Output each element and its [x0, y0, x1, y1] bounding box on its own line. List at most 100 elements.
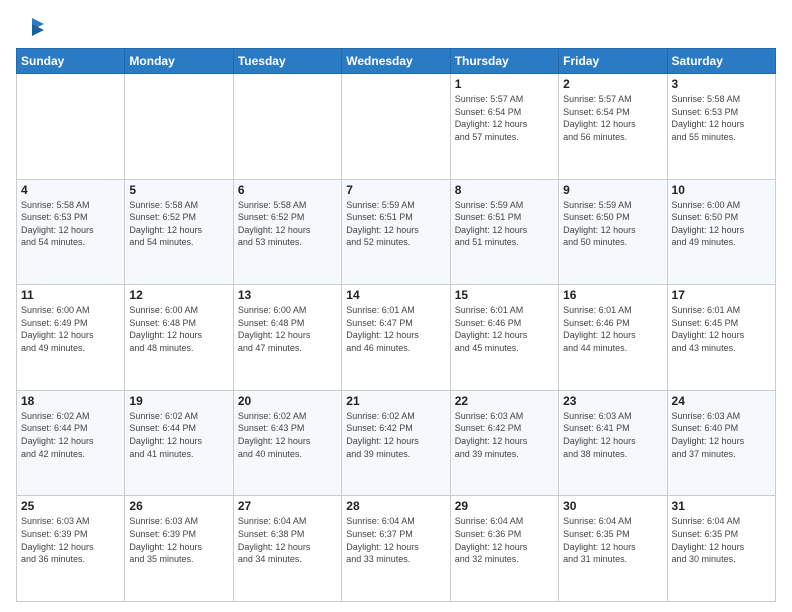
- day-number: 31: [672, 499, 771, 513]
- day-info: Sunrise: 6:02 AM Sunset: 6:44 PM Dayligh…: [21, 410, 120, 460]
- day-number: 11: [21, 288, 120, 302]
- calendar-cell: 21 Sunrise: 6:02 AM Sunset: 6:42 PM Dayli…: [342, 390, 450, 496]
- day-info: Sunrise: 6:01 AM Sunset: 6:45 PM Dayligh…: [672, 304, 771, 354]
- calendar-cell: 19 Sunrise: 6:02 AM Sunset: 6:44 PM Dayli…: [125, 390, 233, 496]
- calendar-cell: 18Sunrise: 6:02 AM Sunset: 6:44 PM Dayli…: [17, 390, 125, 496]
- calendar-week-row: 18Sunrise: 6:02 AM Sunset: 6:44 PM Dayli…: [17, 390, 776, 496]
- calendar-cell: 30 Sunrise: 6:04 AM Sunset: 6:35 PM Dayli…: [559, 496, 667, 602]
- calendar-cell: [233, 74, 341, 180]
- calendar-table: SundayMondayTuesdayWednesdayThursdayFrid…: [16, 48, 776, 602]
- day-info: Sunrise: 5:59 AM Sunset: 6:51 PM Dayligh…: [455, 199, 554, 249]
- calendar-cell: 31Sunrise: 6:04 AM Sunset: 6:35 PM Dayli…: [667, 496, 775, 602]
- calendar-cell: 2 Sunrise: 5:57 AM Sunset: 6:54 PM Daylig…: [559, 74, 667, 180]
- day-info: Sunrise: 6:04 AM Sunset: 6:36 PM Dayligh…: [455, 515, 554, 565]
- day-number: 2: [563, 77, 662, 91]
- day-info: Sunrise: 6:02 AM Sunset: 6:43 PM Dayligh…: [238, 410, 337, 460]
- day-info: Sunrise: 5:58 AM Sunset: 6:53 PM Dayligh…: [21, 199, 120, 249]
- calendar-cell: 5 Sunrise: 5:58 AM Sunset: 6:52 PM Daylig…: [125, 179, 233, 285]
- calendar-cell: 8 Sunrise: 5:59 AM Sunset: 6:51 PM Daylig…: [450, 179, 558, 285]
- day-info: Sunrise: 6:01 AM Sunset: 6:47 PM Dayligh…: [346, 304, 445, 354]
- day-number: 7: [346, 183, 445, 197]
- calendar-cell: [342, 74, 450, 180]
- calendar-cell: [17, 74, 125, 180]
- day-number: 4: [21, 183, 120, 197]
- calendar-cell: 10 Sunrise: 6:00 AM Sunset: 6:50 PM Dayli…: [667, 179, 775, 285]
- header: [16, 16, 776, 40]
- day-info: Sunrise: 6:03 AM Sunset: 6:40 PM Dayligh…: [672, 410, 771, 460]
- day-header-monday: Monday: [125, 49, 233, 74]
- day-number: 20: [238, 394, 337, 408]
- calendar-cell: 4 Sunrise: 5:58 AM Sunset: 6:53 PM Daylig…: [17, 179, 125, 285]
- logo-text-block: [16, 16, 46, 40]
- day-info: Sunrise: 5:57 AM Sunset: 6:54 PM Dayligh…: [563, 93, 662, 143]
- day-info: Sunrise: 6:02 AM Sunset: 6:42 PM Dayligh…: [346, 410, 445, 460]
- calendar-cell: 29 Sunrise: 6:04 AM Sunset: 6:36 PM Dayli…: [450, 496, 558, 602]
- calendar-week-row: 25 Sunrise: 6:03 AM Sunset: 6:39 PM Dayli…: [17, 496, 776, 602]
- calendar-cell: 17 Sunrise: 6:01 AM Sunset: 6:45 PM Dayli…: [667, 285, 775, 391]
- day-info: Sunrise: 6:04 AM Sunset: 6:38 PM Dayligh…: [238, 515, 337, 565]
- day-header-wednesday: Wednesday: [342, 49, 450, 74]
- calendar-cell: 7 Sunrise: 5:59 AM Sunset: 6:51 PM Daylig…: [342, 179, 450, 285]
- calendar-week-row: 1 Sunrise: 5:57 AM Sunset: 6:54 PM Daylig…: [17, 74, 776, 180]
- day-info: Sunrise: 6:02 AM Sunset: 6:44 PM Dayligh…: [129, 410, 228, 460]
- day-info: Sunrise: 6:00 AM Sunset: 6:48 PM Dayligh…: [238, 304, 337, 354]
- day-info: Sunrise: 6:01 AM Sunset: 6:46 PM Dayligh…: [563, 304, 662, 354]
- calendar-cell: 6 Sunrise: 5:58 AM Sunset: 6:52 PM Daylig…: [233, 179, 341, 285]
- calendar-cell: 22 Sunrise: 6:03 AM Sunset: 6:42 PM Dayli…: [450, 390, 558, 496]
- day-info: Sunrise: 6:04 AM Sunset: 6:35 PM Dayligh…: [563, 515, 662, 565]
- day-number: 5: [129, 183, 228, 197]
- day-number: 30: [563, 499, 662, 513]
- day-info: Sunrise: 5:58 AM Sunset: 6:53 PM Dayligh…: [672, 93, 771, 143]
- day-number: 22: [455, 394, 554, 408]
- calendar-week-row: 11Sunrise: 6:00 AM Sunset: 6:49 PM Dayli…: [17, 285, 776, 391]
- day-number: 1: [455, 77, 554, 91]
- day-number: 6: [238, 183, 337, 197]
- day-number: 28: [346, 499, 445, 513]
- calendar-cell: 15Sunrise: 6:01 AM Sunset: 6:46 PM Dayli…: [450, 285, 558, 391]
- day-number: 12: [129, 288, 228, 302]
- day-number: 17: [672, 288, 771, 302]
- day-info: Sunrise: 6:03 AM Sunset: 6:39 PM Dayligh…: [21, 515, 120, 565]
- page-container: SundayMondayTuesdayWednesdayThursdayFrid…: [0, 0, 792, 612]
- day-info: Sunrise: 5:58 AM Sunset: 6:52 PM Dayligh…: [238, 199, 337, 249]
- calendar-cell: 11Sunrise: 6:00 AM Sunset: 6:49 PM Dayli…: [17, 285, 125, 391]
- day-info: Sunrise: 6:00 AM Sunset: 6:48 PM Dayligh…: [129, 304, 228, 354]
- day-info: Sunrise: 5:57 AM Sunset: 6:54 PM Dayligh…: [455, 93, 554, 143]
- day-number: 25: [21, 499, 120, 513]
- day-number: 29: [455, 499, 554, 513]
- calendar-cell: 26Sunrise: 6:03 AM Sunset: 6:39 PM Dayli…: [125, 496, 233, 602]
- day-info: Sunrise: 6:03 AM Sunset: 6:39 PM Dayligh…: [129, 515, 228, 565]
- calendar-week-row: 4 Sunrise: 5:58 AM Sunset: 6:53 PM Daylig…: [17, 179, 776, 285]
- day-number: 15: [455, 288, 554, 302]
- calendar-cell: 20 Sunrise: 6:02 AM Sunset: 6:43 PM Dayli…: [233, 390, 341, 496]
- calendar-cell: 28Sunrise: 6:04 AM Sunset: 6:37 PM Dayli…: [342, 496, 450, 602]
- calendar-cell: 9Sunrise: 5:59 AM Sunset: 6:50 PM Daylig…: [559, 179, 667, 285]
- day-info: Sunrise: 5:59 AM Sunset: 6:51 PM Dayligh…: [346, 199, 445, 249]
- day-number: 8: [455, 183, 554, 197]
- day-header-sunday: Sunday: [17, 49, 125, 74]
- day-info: Sunrise: 6:03 AM Sunset: 6:42 PM Dayligh…: [455, 410, 554, 460]
- calendar-cell: 24 Sunrise: 6:03 AM Sunset: 6:40 PM Dayli…: [667, 390, 775, 496]
- calendar-cell: 25 Sunrise: 6:03 AM Sunset: 6:39 PM Dayli…: [17, 496, 125, 602]
- day-number: 27: [238, 499, 337, 513]
- calendar-header-row: SundayMondayTuesdayWednesdayThursdayFrid…: [17, 49, 776, 74]
- day-number: 3: [672, 77, 771, 91]
- day-info: Sunrise: 5:58 AM Sunset: 6:52 PM Dayligh…: [129, 199, 228, 249]
- day-number: 14: [346, 288, 445, 302]
- calendar-cell: 12 Sunrise: 6:00 AM Sunset: 6:48 PM Dayli…: [125, 285, 233, 391]
- day-info: Sunrise: 6:03 AM Sunset: 6:41 PM Dayligh…: [563, 410, 662, 460]
- day-number: 10: [672, 183, 771, 197]
- calendar-cell: [125, 74, 233, 180]
- logo-flag-icon: [18, 16, 46, 44]
- day-info: Sunrise: 5:59 AM Sunset: 6:50 PM Dayligh…: [563, 199, 662, 249]
- day-number: 19: [129, 394, 228, 408]
- day-number: 13: [238, 288, 337, 302]
- day-number: 24: [672, 394, 771, 408]
- calendar-cell: 23 Sunrise: 6:03 AM Sunset: 6:41 PM Dayli…: [559, 390, 667, 496]
- calendar-cell: 16 Sunrise: 6:01 AM Sunset: 6:46 PM Dayli…: [559, 285, 667, 391]
- day-number: 16: [563, 288, 662, 302]
- day-header-friday: Friday: [559, 49, 667, 74]
- day-number: 23: [563, 394, 662, 408]
- day-number: 21: [346, 394, 445, 408]
- day-info: Sunrise: 6:00 AM Sunset: 6:50 PM Dayligh…: [672, 199, 771, 249]
